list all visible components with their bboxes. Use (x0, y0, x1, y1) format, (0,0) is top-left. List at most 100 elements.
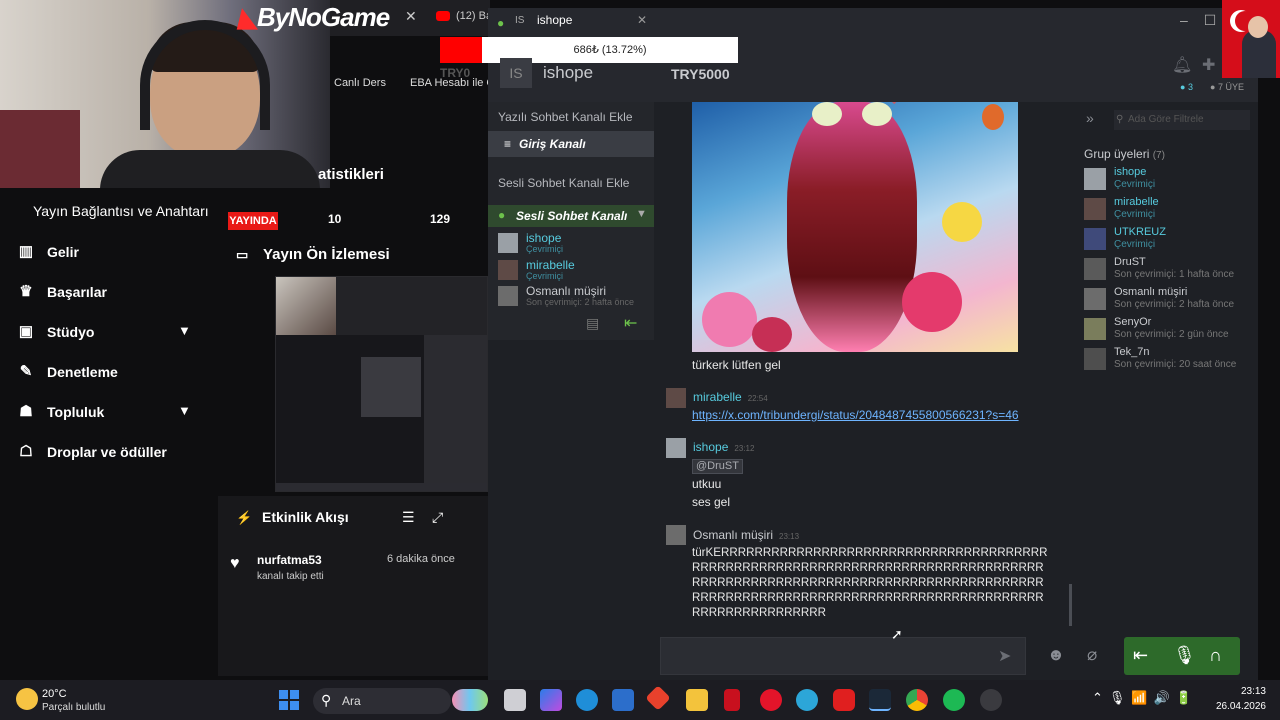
opera-icon[interactable] (760, 689, 782, 711)
members-title: Grup üyeleri (7) (1084, 147, 1165, 161)
store-icon[interactable] (612, 689, 634, 711)
bynogame-logo: ◣ByNoGame (238, 2, 390, 32)
temperature[interactable]: 20°C (42, 688, 67, 700)
wrench-icon: ✎ (19, 363, 33, 380)
text-channel-icon: ≡ (504, 137, 512, 151)
bookmark-canli-ders[interactable]: Canlı Ders (334, 77, 386, 89)
nav-studyo[interactable]: ▣ Stüdyo ▼ (0, 312, 215, 352)
weather-icon[interactable] (16, 688, 38, 710)
leave-voice-button[interactable]: ⇤ (1133, 645, 1148, 666)
chevron-down-icon: ▼ (178, 403, 191, 418)
explorer-icon[interactable] (686, 689, 708, 711)
chat-scrollbar[interactable] (1069, 584, 1072, 626)
preview-header: ▭ Yayın Ön İzlemesi (236, 246, 390, 263)
steam-icon[interactable] (869, 689, 891, 711)
clock-date[interactable]: 26.04.2026 (1200, 701, 1266, 712)
voice-channel[interactable]: ● Sesli Sohbet Kanalı ▼ (488, 205, 654, 227)
nav-basarilar[interactable]: ♛ Başarılar (0, 272, 215, 312)
member-item[interactable]: SenyOr Son çevrimiçi: 2 gün önce (1084, 316, 1254, 344)
mention-chip[interactable]: @DruST (692, 459, 743, 474)
avatar (1084, 348, 1106, 370)
discord-icon[interactable] (980, 689, 1002, 711)
attach-icon[interactable]: ⌀ (1087, 645, 1097, 665)
clock-time[interactable]: 23:13 (1210, 686, 1266, 697)
add-voice-channel[interactable]: Sesli Sohbet Kanalı Ekle (498, 176, 629, 190)
member-item[interactable]: mirabelle Çevrimiçi (1084, 196, 1254, 224)
voice-user[interactable]: ishope Çevrimiçi (498, 231, 654, 257)
edge-icon[interactable] (576, 689, 598, 711)
follower-count: 129 (430, 212, 451, 226)
people-icon: ☗ (19, 403, 33, 420)
leave-voice-icon[interactable]: ⇤ (624, 313, 637, 333)
windows-start-icon[interactable] (279, 690, 299, 710)
collapse-icon[interactable]: » (1086, 110, 1094, 126)
close-tab-icon[interactable]: ✕ (405, 8, 417, 25)
member-filter[interactable]: ⚲ Ada Göre Filtrele (1114, 110, 1250, 130)
emoji-icon[interactable]: ☻ (1047, 645, 1065, 665)
mic-icon: ● (497, 16, 505, 30)
message-author[interactable]: Osmanlı müşiri 23:13 (693, 528, 799, 542)
headset-button[interactable]: ∩ (1209, 645, 1222, 666)
message-author[interactable]: mirabelle 22:54 (693, 390, 768, 404)
netflix-icon[interactable] (724, 689, 740, 711)
voice-user[interactable]: mirabelle Çevrimiçi (498, 258, 654, 284)
taskbar-search[interactable]: ⚲ Ara (313, 688, 451, 714)
viewer-count: 10 (328, 212, 342, 226)
youtube-tab[interactable]: (12) Ba (436, 10, 492, 22)
member-item[interactable]: DruST Son çevrimiçi: 1 hafta önce (1084, 256, 1254, 284)
microphone-button[interactable]: 🎙︎ (1173, 645, 1196, 666)
activity-user[interactable]: nurfatma53 (257, 553, 322, 567)
voice-user[interactable]: Osmanlı müşiri Son çevrimiçi: 2 hafta ön… (498, 284, 654, 310)
nav-denetleme[interactable]: ✎ Denetleme (0, 352, 215, 392)
chevron-down-icon: ▼ (178, 323, 191, 338)
member-item[interactable]: Tek_7n Son çevrimiçi: 20 saat önce (1084, 346, 1254, 374)
group-name: ishope (543, 63, 594, 82)
avatar[interactable] (666, 438, 686, 458)
stream-preview[interactable] (275, 276, 488, 492)
add-user-icon[interactable]: ✚ (1202, 55, 1215, 75)
avatar[interactable] (666, 525, 686, 545)
shared-image[interactable] (692, 102, 1018, 352)
member-item[interactable]: Osmanlı müşiri Son çevrimiçi: 2 hafta önc… (1084, 286, 1254, 314)
add-text-channel[interactable]: Yazılı Sohbet Kanalı Ekle (498, 110, 633, 124)
send-icon[interactable]: ➤ (998, 646, 1011, 666)
chat-link[interactable]: https://x.com/tribundergi/status/2048487… (692, 408, 1019, 422)
spotify-icon[interactable] (943, 689, 965, 711)
nav-gelir[interactable]: ▥ Gelir (0, 232, 215, 272)
stream-key-link[interactable]: Yayın Bağlantısı ve Anahtarı (33, 203, 209, 219)
channel-giris[interactable]: ≡ Giriş Kanalı (488, 131, 654, 157)
system-tray[interactable]: ⌃🎙︎📶🔊🔋 (1092, 690, 1198, 706)
search-highlight-icon[interactable] (452, 689, 488, 711)
background-app-strip (1258, 95, 1280, 680)
activity-time: 6 dakika önce (387, 553, 455, 565)
youtube-icon[interactable] (833, 689, 855, 711)
flag-overlay (1222, 0, 1280, 78)
close-icon[interactable]: ✕ (637, 13, 647, 27)
task-view-icon[interactable] (504, 689, 526, 711)
avatar (1084, 318, 1106, 340)
filter-icon[interactable]: ☰ (402, 509, 415, 526)
chat-input[interactable] (660, 637, 1026, 675)
message-author[interactable]: ishope 23:12 (693, 440, 754, 454)
chrome-icon[interactable] (906, 689, 928, 711)
avatar (498, 286, 518, 306)
taskbar (0, 680, 1280, 720)
member-item[interactable]: UTKREUZ Çevrimiçi (1084, 226, 1254, 254)
weather-description[interactable]: Parçalı bulutlu (42, 702, 105, 713)
channel-list-empty (488, 340, 654, 680)
avatar[interactable] (666, 388, 686, 408)
bolt-icon: ⚡ (236, 510, 253, 525)
search-icon: ⚲ (321, 692, 332, 708)
chat-message: türKERRRRRRRRRRRRRRRRRRRRRRRRRRRRRRRRRRR… (692, 546, 1048, 619)
nav-topluluk[interactable]: ☗ Topluluk ▼ (0, 392, 215, 432)
nav-droplar[interactable]: ☖ Droplar ve ödüller (0, 432, 215, 472)
bell-icon[interactable]: 🔔︎ (1172, 55, 1192, 75)
popout-icon[interactable]: ⤢ (432, 509, 443, 526)
stats-title: atistikleri (318, 166, 384, 183)
avatar (1084, 288, 1106, 310)
copilot-icon[interactable] (540, 689, 562, 711)
voice-settings-icon[interactable]: ▤ (586, 315, 599, 332)
member-item[interactable]: ishope Çevrimiçi (1084, 166, 1254, 194)
activity-action: kanalı takip etti (257, 571, 324, 582)
app-icon[interactable] (796, 689, 818, 711)
